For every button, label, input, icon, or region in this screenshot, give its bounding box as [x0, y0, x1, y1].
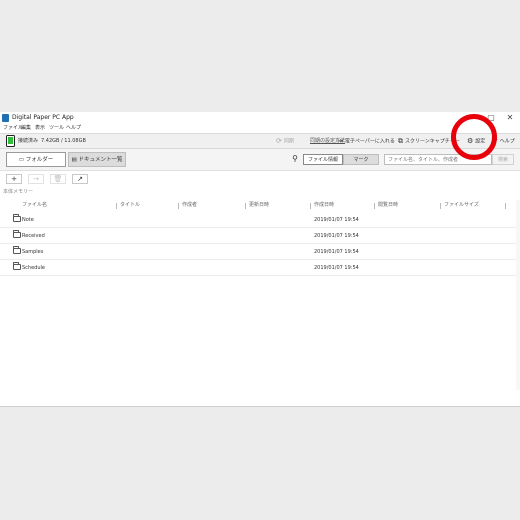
menu-help[interactable]: ヘルプ [66, 124, 81, 133]
folder-icon [13, 262, 21, 270]
column-divider[interactable] [245, 203, 246, 209]
import-button[interactable]: → [28, 174, 44, 184]
location-label: 本体メモリー [3, 189, 34, 195]
scrollbar[interactable] [516, 200, 520, 390]
to-paper-button[interactable]: ⇥ 電子ペーパーに入れる [337, 134, 395, 148]
help-button[interactable]: ? ヘルプ [494, 134, 515, 148]
folder-icon [13, 230, 21, 238]
folder-icon: ▭ [18, 157, 26, 163]
column-divider[interactable] [310, 203, 311, 209]
file-name: Schedule [22, 265, 45, 271]
sync-icon: ⟳ [276, 137, 282, 145]
search-button[interactable]: 検索 [492, 154, 514, 165]
created-date: 2019/01/07 19:54 [314, 265, 359, 271]
title-bar: Digital Paper PC App – ▢ ✕ [0, 112, 520, 124]
created-date: 2019/01/07 19:54 [314, 217, 359, 223]
connection-status: 接続済み [18, 138, 39, 144]
column-divider[interactable] [374, 203, 375, 209]
new-folder-button[interactable]: + [6, 174, 22, 184]
file-name: Received [22, 233, 45, 239]
menu-edit[interactable]: 編集 [21, 124, 31, 133]
column-divider[interactable] [116, 203, 117, 209]
delete-button[interactable]: 🗑 [50, 174, 66, 184]
column-header[interactable]: 作成者 [182, 200, 197, 211]
open-folder-button[interactable]: ↗ [72, 174, 88, 184]
window-title: Digital Paper PC App [12, 114, 74, 121]
camera-icon: ⧉ [398, 137, 403, 145]
device-toolbar: 接続済み 7.42GB / 11.08GB ⟳ 同期 同期の設定方法 ⇥ 電子ペーパ… [0, 133, 520, 149]
table-row[interactable]: Note 2019/01/07 19:54 [0, 212, 516, 228]
column-header[interactable]: ファイルサイズ [444, 200, 479, 211]
sync-button[interactable]: ⟳ 同期 [276, 134, 294, 148]
file-name: Samples [22, 249, 44, 255]
close-button[interactable]: ✕ [503, 112, 517, 124]
folder-icon [13, 214, 21, 222]
tab-folder[interactable]: ▭ フォルダー [6, 152, 66, 167]
column-header[interactable]: 更新日時 [249, 200, 269, 211]
file-name: Note [22, 217, 34, 223]
table-row[interactable]: Received 2019/01/07 19:54 [0, 228, 516, 244]
table-row[interactable]: Samples 2019/01/07 19:54 [0, 244, 516, 260]
menu-bar: ファイル 編集 表示 ツール ヘルプ [0, 124, 520, 133]
column-header[interactable]: ファイル名 [22, 200, 47, 211]
storage-usage: 7.42GB / 11.08GB [41, 138, 86, 144]
tab-document-list[interactable]: ▤ ドキュメント一覧 [68, 152, 126, 167]
column-header[interactable]: 閲覧日時 [378, 200, 398, 211]
view-bar: ▭ フォルダー ▤ ドキュメント一覧 ⚲ ファイル情報 マーク 検索 [0, 149, 520, 171]
column-divider[interactable] [505, 203, 506, 209]
column-header[interactable]: タイトル [120, 200, 140, 211]
device-battery-icon [6, 135, 15, 147]
created-date: 2019/01/07 19:54 [314, 233, 359, 239]
column-divider[interactable] [178, 203, 179, 209]
folder-icon [13, 246, 21, 254]
app-icon [2, 114, 9, 122]
settings-highlight-circle [451, 114, 497, 160]
import-icon: ⇥ [337, 137, 343, 145]
menu-tools[interactable]: ツール [49, 124, 64, 133]
column-header[interactable]: 作成日時 [314, 200, 334, 211]
menu-file[interactable]: ファイル [3, 124, 23, 133]
table-row[interactable]: Schedule 2019/01/07 19:54 [0, 260, 516, 276]
app-window: Digital Paper PC App – ▢ ✕ ファイル 編集 表示 ツー… [0, 112, 520, 407]
action-bar: + → 🗑 ↗ [0, 174, 520, 186]
search-icon: ⚲ [292, 154, 298, 163]
column-divider[interactable] [440, 203, 441, 209]
table-header: ファイル名 タイトル 作成者 更新日時 作成日時 閲覧日時 ファイルサイズ [0, 200, 520, 211]
created-date: 2019/01/07 19:54 [314, 249, 359, 255]
segment-file-info[interactable]: ファイル情報 [303, 154, 343, 165]
menu-view[interactable]: 表示 [35, 124, 45, 133]
segment-mark[interactable]: マーク [343, 154, 379, 165]
